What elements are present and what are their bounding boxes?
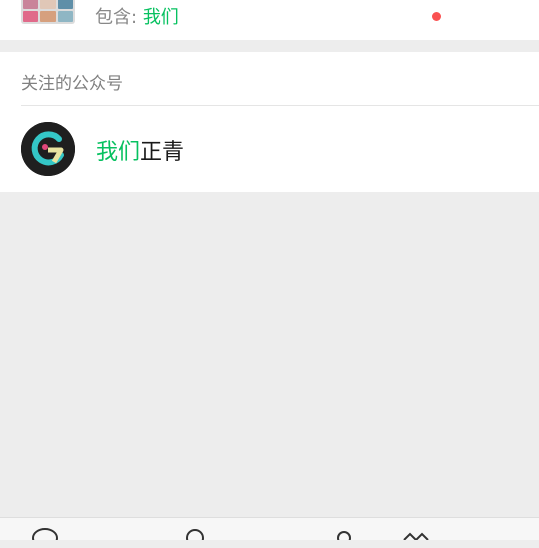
me-icon [403, 532, 429, 540]
discover-icon [337, 531, 351, 540]
group-search-result[interactable]: 包含: 我们 [0, 0, 539, 40]
tab-contacts[interactable] [180, 526, 220, 548]
name-rest: 正青 [140, 140, 185, 165]
notification-badge [432, 12, 441, 21]
g-logo-icon [21, 122, 75, 176]
divider [21, 105, 539, 106]
section-title: 关注的公众号 [21, 74, 123, 94]
tab-chats[interactable] [30, 526, 70, 548]
contains-text: 包含: 我们 [95, 3, 179, 29]
contains-label: 包含: [95, 7, 138, 28]
chat-icon [32, 528, 58, 540]
name-highlight: 我们 [96, 140, 141, 165]
followed-official-accounts-section: 关注的公众号 我们正青 [0, 52, 539, 192]
bottom-tabbar [0, 517, 539, 540]
tab-me[interactable] [400, 526, 440, 548]
tab-discover[interactable] [330, 526, 370, 548]
contains-keyword: 我们 [142, 7, 179, 28]
official-account-name: 我们正青 [96, 134, 184, 166]
contacts-icon [186, 529, 204, 540]
official-account-avatar [21, 122, 75, 176]
group-avatar [21, 0, 75, 24]
